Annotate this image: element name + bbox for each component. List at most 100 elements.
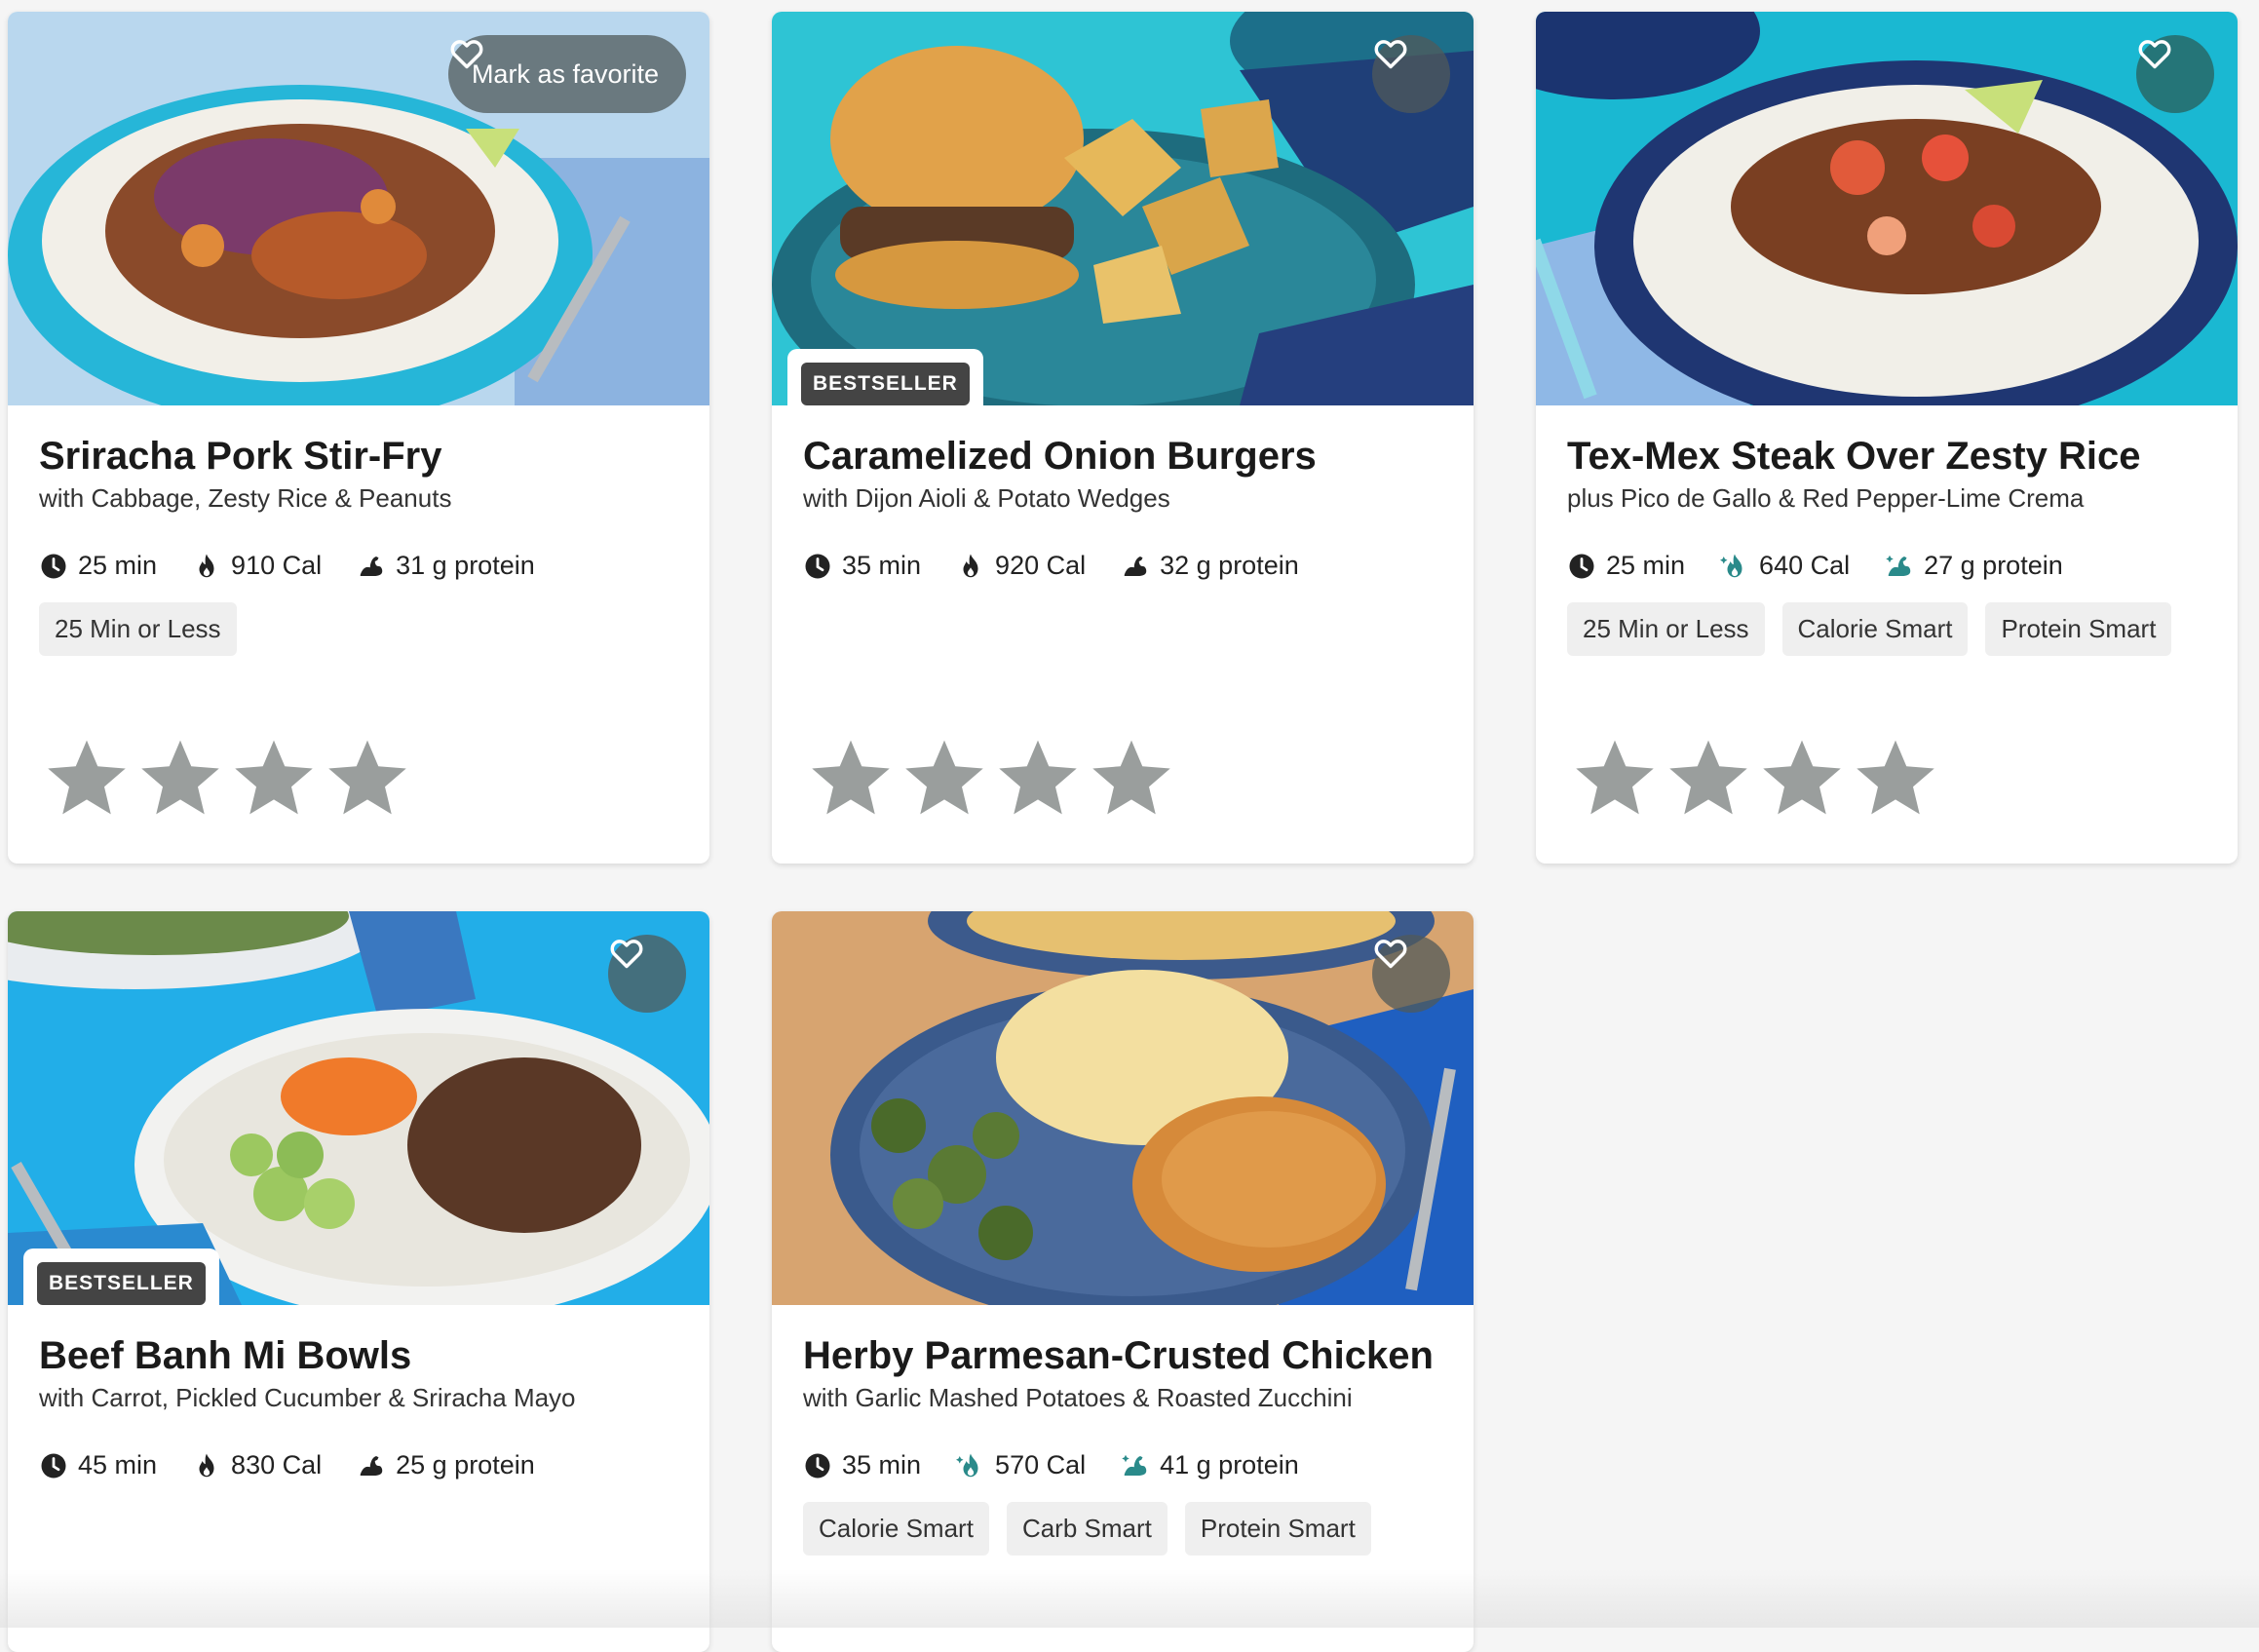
time-stat: 45 min xyxy=(39,1450,157,1480)
recipe-photo xyxy=(772,911,1474,1305)
star-icon[interactable] xyxy=(1665,735,1752,823)
time-value: 45 min xyxy=(78,1450,158,1479)
recipe-photo: Mark as favorite xyxy=(8,12,709,405)
recipe-photo: BESTSELLER xyxy=(772,12,1474,405)
recipe-photo-image xyxy=(8,911,709,1305)
star-icon[interactable] xyxy=(230,735,318,823)
recipe-photo-image xyxy=(772,911,1474,1305)
time-stat: 35 min xyxy=(803,1450,921,1480)
time-value: 35 min xyxy=(842,551,922,580)
heart-icon xyxy=(1372,35,1409,72)
calorie-stat: 920 Cal xyxy=(956,551,1086,581)
tag: Calorie Smart xyxy=(803,1502,989,1556)
recipe-subtitle: with Carrot, Pickled Cucumber & Sriracha… xyxy=(39,1383,576,1412)
favorite-button[interactable] xyxy=(1372,935,1450,1013)
favorite-button[interactable] xyxy=(608,935,686,1013)
recipe-tags: 25 Min or Less Calorie Smart Protein Sma… xyxy=(1567,602,2206,656)
time-value: 35 min xyxy=(842,1450,922,1479)
flame-icon xyxy=(192,1451,221,1480)
star-icon[interactable] xyxy=(1088,735,1175,823)
recipe-grid: Mark as favorite Sriracha Pork Stir-Fry … xyxy=(0,0,2259,1652)
favorite-button[interactable] xyxy=(2136,35,2214,113)
heart-icon xyxy=(608,935,645,972)
badge-container: BESTSELLER xyxy=(787,349,983,405)
recipe-title[interactable]: Caramelized Onion Burgers xyxy=(803,433,1442,480)
calorie-value: 640 Cal xyxy=(1759,551,1851,580)
protein-stat: 32 g protein xyxy=(1121,551,1299,581)
rating-stars[interactable] xyxy=(43,735,417,823)
rating-stars[interactable] xyxy=(1571,735,1945,823)
star-icon[interactable] xyxy=(994,735,1082,823)
star-icon[interactable] xyxy=(807,735,895,823)
star-icon[interactable] xyxy=(136,735,224,823)
recipe-stats: 35 min 570 Cal 41 g protein xyxy=(803,1450,1442,1480)
tag: Protein Smart xyxy=(1985,602,2172,656)
recipe-photo xyxy=(1536,12,2238,405)
time-value: 25 min xyxy=(78,551,158,580)
star-icon[interactable] xyxy=(900,735,988,823)
muscle-icon xyxy=(1121,552,1150,581)
recipe-card[interactable]: BESTSELLER Caramelized Onion Burgers wit… xyxy=(772,12,1474,864)
heart-icon xyxy=(448,35,485,72)
recipe-stats: 25 min 640 Cal 27 g protein xyxy=(1567,551,2206,581)
time-stat: 25 min xyxy=(1567,551,1685,581)
clock-icon xyxy=(39,1451,68,1480)
star-icon[interactable] xyxy=(324,735,411,823)
calorie-stat: 570 Cal xyxy=(956,1450,1086,1480)
recipe-subtitle: plus Pico de Gallo & Red Pepper-Lime Cre… xyxy=(1567,483,2085,513)
clock-icon xyxy=(803,552,832,581)
recipe-photo-image xyxy=(1536,12,2238,405)
tag: 25 Min or Less xyxy=(1567,602,1765,656)
rating-stars[interactable] xyxy=(807,735,1181,823)
star-icon[interactable] xyxy=(1758,735,1846,823)
clock-icon xyxy=(803,1451,832,1480)
protein-stat: 31 g protein xyxy=(357,551,535,581)
clock-icon xyxy=(1567,552,1596,581)
recipe-title[interactable]: Tex-Mex Steak Over Zesty Rice xyxy=(1567,433,2206,480)
calorie-stat: 910 Cal xyxy=(192,551,322,581)
recipe-card[interactable]: Tex-Mex Steak Over Zesty Rice plus Pico … xyxy=(1536,12,2238,864)
recipe-subtitle: with Dijon Aioli & Potato Wedges xyxy=(803,483,1170,513)
protein-value: 27 g protein xyxy=(1924,551,2063,580)
tag: Carb Smart xyxy=(1006,1502,1168,1556)
time-stat: 35 min xyxy=(803,551,921,581)
calorie-value: 570 Cal xyxy=(995,1450,1087,1479)
protein-stat: 25 g protein xyxy=(357,1450,535,1480)
calorie-smart-icon xyxy=(1720,552,1749,581)
recipe-subtitle: with Garlic Mashed Potatoes & Roasted Zu… xyxy=(803,1383,1353,1412)
star-icon[interactable] xyxy=(1571,735,1659,823)
muscle-icon xyxy=(357,552,386,581)
recipe-photo: BESTSELLER xyxy=(8,911,709,1305)
calorie-stat: 830 Cal xyxy=(192,1450,322,1480)
calorie-stat: 640 Cal xyxy=(1720,551,1850,581)
time-stat: 25 min xyxy=(39,551,157,581)
recipe-card[interactable]: Mark as favorite Sriracha Pork Stir-Fry … xyxy=(8,12,709,864)
recipe-stats: 25 min 910 Cal 31 g protein xyxy=(39,551,678,581)
star-icon[interactable] xyxy=(1852,735,1939,823)
protein-value: 31 g protein xyxy=(396,551,535,580)
recipe-stats: 35 min 920 Cal 32 g protein xyxy=(803,551,1442,581)
heart-icon xyxy=(2136,35,2173,72)
recipe-tags: 25 Min or Less xyxy=(39,602,678,656)
protein-value: 32 g protein xyxy=(1160,551,1299,580)
flame-icon xyxy=(956,552,985,581)
time-value: 25 min xyxy=(1606,551,1686,580)
recipe-title[interactable]: Sriracha Pork Stir-Fry xyxy=(39,433,678,480)
bestseller-badge: BESTSELLER xyxy=(801,363,970,405)
calorie-value: 910 Cal xyxy=(231,551,323,580)
recipe-title[interactable]: Herby Parmesan-Crusted Chicken xyxy=(803,1332,1442,1379)
favorite-button[interactable] xyxy=(1372,35,1450,113)
recipe-title[interactable]: Beef Banh Mi Bowls xyxy=(39,1332,678,1379)
badge-container: BESTSELLER xyxy=(23,1249,219,1305)
flame-icon xyxy=(192,552,221,581)
recipe-stats: 45 min 830 Cal 25 g protein xyxy=(39,1450,678,1480)
recipe-card[interactable]: BESTSELLER Beef Banh Mi Bowls with Carro… xyxy=(8,911,709,1652)
mark-favorite-button[interactable]: Mark as favorite xyxy=(447,35,686,113)
protein-value: 41 g protein xyxy=(1160,1450,1299,1479)
star-icon[interactable] xyxy=(43,735,131,823)
recipe-card[interactable]: Herby Parmesan-Crusted Chicken with Garl… xyxy=(772,911,1474,1652)
heart-icon xyxy=(1372,935,1409,972)
protein-stat: 41 g protein xyxy=(1121,1450,1299,1480)
recipe-subtitle: with Cabbage, Zesty Rice & Peanuts xyxy=(39,483,452,513)
protein-value: 25 g protein xyxy=(396,1450,535,1479)
